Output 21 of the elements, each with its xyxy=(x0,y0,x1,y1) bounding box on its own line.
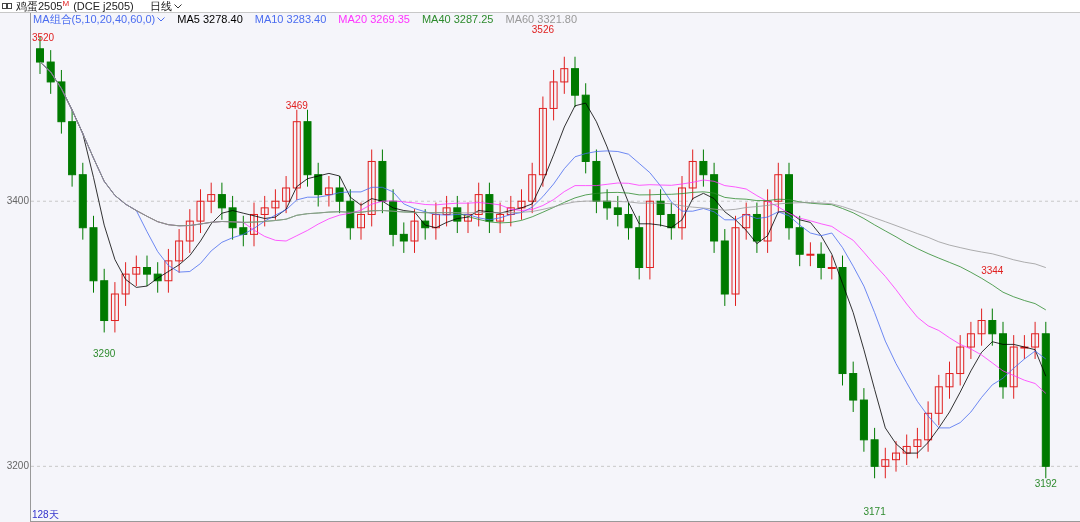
contract-code: (DCE j2505) xyxy=(73,0,134,12)
price-label: 3344 xyxy=(981,265,1004,277)
ma-legend-item: MA10 3283.40 xyxy=(254,14,327,25)
link-icon[interactable] xyxy=(2,3,12,9)
price-label: 3526 xyxy=(531,24,554,36)
period-dropdown[interactable]: 日线 xyxy=(149,0,182,12)
price-label: 3520 xyxy=(31,32,55,44)
ma-group-dropdown[interactable]: MA组合(5,10,20,40,60,0) xyxy=(33,14,166,25)
ma-legend-item: MA20 3269.35 xyxy=(338,14,410,25)
price-label: 3171 xyxy=(863,505,886,517)
ma-legend-item: MA40 3287.25 xyxy=(421,14,494,25)
ma-legend-item: MA60 3321.80 xyxy=(505,14,578,25)
price-label: 3469 xyxy=(285,99,308,111)
axis-label: 3400 xyxy=(6,196,29,207)
day-count: 128天 xyxy=(32,510,59,520)
contract-name: 鸡蛋2505 xyxy=(16,0,63,12)
axis-label: 3200 xyxy=(6,461,29,472)
main-contract-mark: M xyxy=(62,0,70,8)
price-label: 3290 xyxy=(93,348,116,360)
price-label: 3192 xyxy=(1034,477,1057,489)
ma-legend-item: MA5 3278.40 xyxy=(177,14,243,25)
